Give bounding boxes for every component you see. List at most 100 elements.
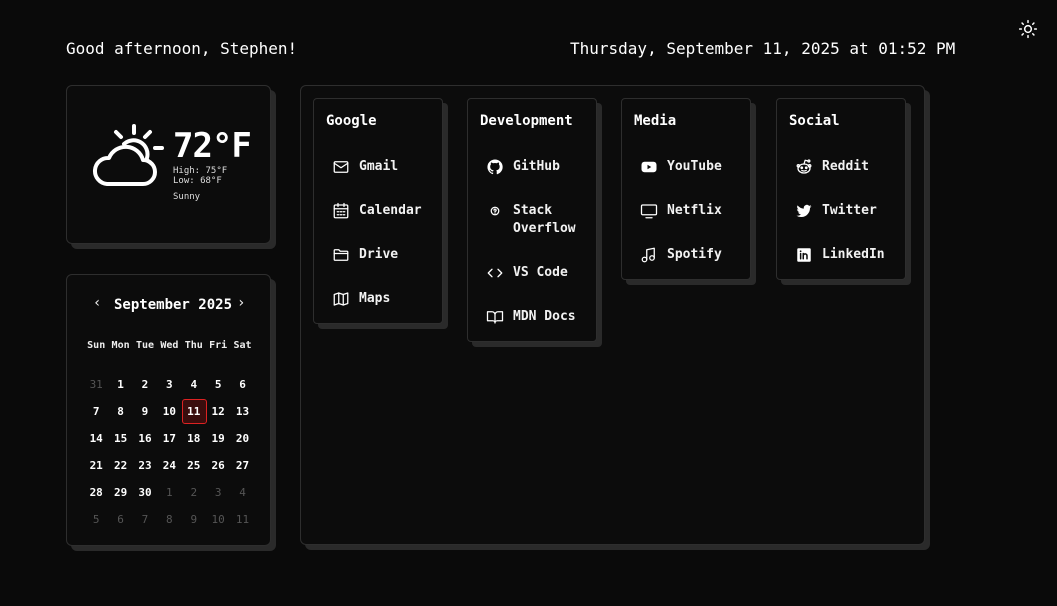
theme-toggle-button[interactable] [1018, 19, 1038, 39]
calendar-day[interactable]: 6 [108, 513, 132, 526]
map-icon [333, 292, 349, 306]
calendar-day[interactable]: 20 [230, 432, 254, 445]
youtube-icon [641, 161, 657, 173]
calendar-day[interactable]: 17 [157, 432, 181, 445]
calendar-day[interactable]: 16 [133, 432, 157, 445]
link-label: YouTube [667, 159, 722, 174]
weekday-label: Sun [87, 339, 106, 351]
link-label: Drive [359, 247, 399, 262]
weekday-label: Thu [184, 339, 203, 351]
calendar-day[interactable]: 15 [108, 432, 132, 445]
calendar-day[interactable]: 1 [108, 378, 132, 391]
greeting: Good afternoon, Stephen! [66, 39, 298, 58]
calendar-day[interactable]: 31 [84, 378, 108, 391]
calendar-day[interactable]: 22 [108, 459, 132, 472]
calendar-day[interactable]: 11 [230, 513, 254, 526]
calendar-day[interactable]: 4 [230, 486, 254, 499]
calendar-day[interactable]: 29 [108, 486, 132, 499]
link-label: LinkedIn [822, 247, 885, 262]
link-group-google: Google Gmail Calendar Drive Maps [313, 98, 443, 324]
link-github[interactable]: GitHub [486, 158, 560, 176]
link-maps[interactable]: Maps [332, 290, 390, 308]
link-twitter[interactable]: Twitter [795, 202, 877, 220]
link-label: Maps [359, 291, 391, 306]
temperature-range: High: 75°F Low: 68°F [173, 166, 227, 186]
calendar-week: 21 22 23 24 25 26 27 [84, 452, 255, 479]
reddit-icon [796, 159, 812, 174]
link-group-title: Social [789, 113, 840, 129]
calendar-day[interactable]: 2 [133, 378, 157, 391]
link-drive[interactable]: Drive [332, 246, 398, 264]
link-label: VS Code [513, 265, 568, 280]
partly-sunny-icon [93, 124, 164, 186]
calendar-day[interactable]: 18 [182, 432, 206, 445]
temperature: 72°F [173, 126, 252, 166]
github-icon [487, 159, 503, 175]
calendar-day[interactable]: 26 [206, 459, 230, 472]
calendar-week: 28 29 30 1 2 3 4 [84, 479, 255, 506]
calendar-day[interactable]: 3 [157, 378, 181, 391]
calendar-day[interactable]: 5 [84, 513, 108, 526]
link-netflix[interactable]: Netflix [640, 202, 722, 220]
next-month-button[interactable]: › [237, 295, 245, 311]
link-group-title: Development [480, 113, 573, 129]
calendar-day[interactable]: 12 [206, 405, 230, 418]
link-group-title: Media [634, 113, 677, 129]
calendar-day[interactable]: 24 [157, 459, 181, 472]
calendar-day[interactable]: 10 [157, 405, 181, 418]
calendar-day[interactable]: 14 [84, 432, 108, 445]
link-youtube[interactable]: YouTube [640, 158, 722, 176]
link-stack-overflow[interactable]: Stack Overflow [486, 202, 576, 238]
link-reddit[interactable]: Reddit [795, 158, 869, 176]
calendar-day[interactable]: 8 [108, 405, 132, 418]
calendar-day[interactable]: 5 [206, 378, 230, 391]
weekday-label: Wed [160, 339, 179, 351]
calendar-day[interactable]: 30 [133, 486, 157, 499]
calendar-day[interactable]: 3 [206, 486, 230, 499]
current-datetime: Thursday, September 11, 2025 at 01:52 PM [570, 39, 956, 58]
calendar-day[interactable]: 9 [182, 513, 206, 526]
calendar-day[interactable]: 13 [230, 405, 254, 418]
weekday-label: Tue [135, 339, 154, 351]
link-linkedin[interactable]: LinkedIn [795, 246, 885, 264]
weekday-label: Sat [233, 339, 252, 351]
link-vs-code[interactable]: VS Code [486, 264, 568, 282]
calendar-day-today[interactable]: 11 [181, 399, 207, 424]
low-temperature: Low: 68°F [173, 176, 222, 186]
previous-month-button[interactable]: ‹ [93, 295, 101, 311]
link-spotify[interactable]: Spotify [640, 246, 722, 264]
link-gmail[interactable]: Gmail [332, 158, 398, 176]
calendar-month-title: September 2025 [114, 297, 233, 313]
calendar-day[interactable]: 23 [133, 459, 157, 472]
calendar-day[interactable]: 27 [230, 459, 254, 472]
link-group-media: Media YouTube Netflix Spotify [621, 98, 751, 280]
weather-card: 72°F High: 75°F Low: 68°F Sunny [66, 85, 271, 244]
calendar-day[interactable]: 28 [84, 486, 108, 499]
calendar-week: 14 15 16 17 18 19 20 [84, 425, 255, 452]
weekday-label: Fri [209, 339, 228, 351]
calendar-day[interactable]: 8 [157, 513, 181, 526]
calendar-week: 31 1 2 3 4 5 6 [84, 371, 255, 398]
link-label: Netflix [667, 203, 722, 218]
calendar-day[interactable]: 1 [157, 486, 181, 499]
folder-icon [333, 249, 349, 261]
calendar-day[interactable]: 10 [206, 513, 230, 526]
code-icon [487, 268, 503, 278]
calendar-day[interactable]: 7 [133, 513, 157, 526]
calendar-day[interactable]: 19 [206, 432, 230, 445]
sun-icon [1018, 19, 1038, 39]
link-mdn-docs[interactable]: MDN Docs [486, 308, 576, 326]
calendar-day[interactable]: 2 [182, 486, 206, 499]
calendar-day[interactable]: 25 [182, 459, 206, 472]
calendar-day[interactable]: 4 [182, 378, 206, 391]
calendar-day[interactable]: 21 [84, 459, 108, 472]
calendar-day[interactable]: 6 [230, 378, 254, 391]
link-label: Calendar [359, 203, 422, 218]
link-label: Gmail [359, 159, 399, 174]
link-label: Twitter [822, 203, 877, 218]
link-label: MDN Docs [513, 309, 576, 324]
high-temperature: High: 75°F [173, 166, 228, 176]
calendar-day[interactable]: 7 [84, 405, 108, 418]
link-calendar[interactable]: Calendar [332, 202, 422, 220]
calendar-day[interactable]: 9 [133, 405, 157, 418]
